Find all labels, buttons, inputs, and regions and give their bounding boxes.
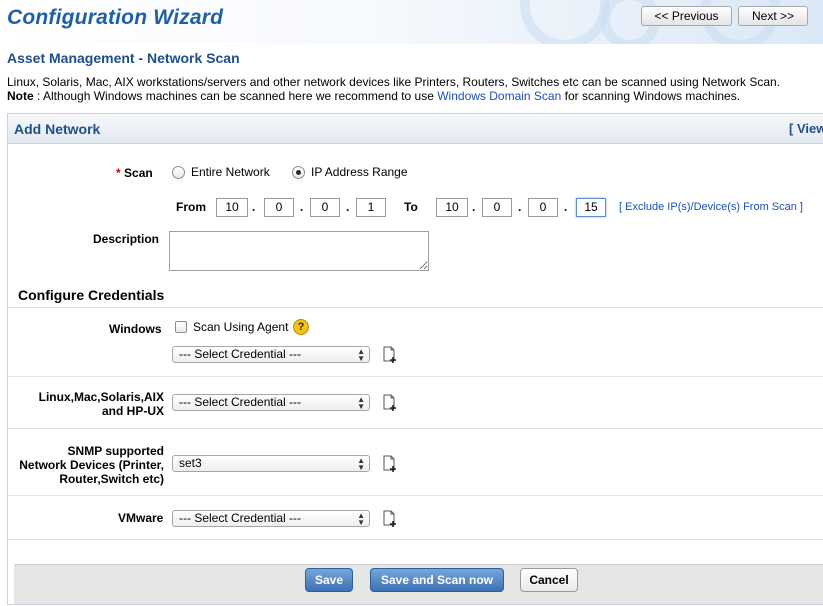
windows-credential-select[interactable]: --- Select Credential --- ▲ ▼ bbox=[172, 346, 370, 363]
header-decoration bbox=[520, 0, 610, 44]
ip-dot: . bbox=[252, 200, 256, 214]
snmp-label-line: SNMP supported bbox=[67, 444, 164, 458]
wizard-header: Configuration Wizard << Previous Next >> bbox=[0, 0, 823, 44]
ip-range-label: IP Address Range bbox=[311, 165, 408, 179]
from-label: From bbox=[176, 200, 206, 214]
save-and-scan-button[interactable]: Save and Scan now bbox=[370, 568, 504, 592]
snmp-label-line: Network Devices (Printer, bbox=[19, 458, 164, 472]
ip-dot: . bbox=[564, 200, 568, 214]
to-ip-octet-4[interactable]: 15 bbox=[576, 198, 606, 217]
linux-label: Linux,Mac,Solaris,AIX and HP-UX bbox=[38, 390, 164, 418]
divider bbox=[8, 376, 823, 377]
vmware-credential-select[interactable]: --- Select Credential --- ▲ ▼ bbox=[172, 510, 370, 527]
to-ip-octet-2[interactable]: 0 bbox=[482, 198, 512, 217]
note-label: Note bbox=[7, 89, 34, 103]
windows-credential-value: --- Select Credential --- bbox=[179, 347, 302, 361]
scan-label-text: Scan bbox=[124, 166, 153, 180]
snmp-label: SNMP supported Network Devices (Printer,… bbox=[14, 444, 164, 486]
from-ip-octet-2[interactable]: 0 bbox=[264, 198, 294, 217]
page-title: Asset Management - Network Scan bbox=[7, 50, 240, 66]
linux-label-line: and HP-UX bbox=[101, 404, 164, 418]
add-credential-icon[interactable] bbox=[382, 510, 398, 528]
to-label: To bbox=[404, 200, 418, 214]
select-arrows-icon: ▲ ▼ bbox=[357, 347, 365, 363]
from-ip-octet-3[interactable]: 0 bbox=[310, 198, 340, 217]
ip-dot: . bbox=[300, 200, 304, 214]
snmp-credential-select[interactable]: set3 ▲ ▼ bbox=[172, 455, 370, 472]
panel-title: Add Network bbox=[14, 121, 101, 137]
ip-dot: . bbox=[346, 200, 350, 214]
vmware-credential-value: --- Select Credential --- bbox=[179, 511, 302, 525]
snmp-label-line: Router,Switch etc) bbox=[59, 472, 164, 486]
snmp-credential-value: set3 bbox=[179, 456, 202, 470]
divider bbox=[8, 495, 823, 496]
from-ip-octet-1[interactable]: 10 bbox=[216, 198, 248, 217]
previous-button[interactable]: << Previous bbox=[641, 6, 732, 26]
intro-line: Linux, Solaris, Mac, AIX workstations/se… bbox=[7, 75, 781, 89]
divider bbox=[8, 539, 823, 540]
select-arrows-icon: ▲ ▼ bbox=[357, 456, 365, 472]
ip-dot: . bbox=[518, 200, 522, 214]
ip-dot: . bbox=[472, 200, 476, 214]
entire-network-radio[interactable] bbox=[172, 166, 185, 179]
to-ip-octet-1[interactable]: 10 bbox=[436, 198, 468, 217]
linux-label-line: Linux,Mac,Solaris,AIX bbox=[38, 390, 164, 404]
help-icon[interactable]: ? bbox=[293, 319, 309, 335]
scan-using-agent-checkbox[interactable] bbox=[175, 321, 187, 333]
description-textarea[interactable] bbox=[169, 231, 429, 271]
note-text: : Although Windows machines can be scann… bbox=[33, 89, 438, 103]
linux-credential-select[interactable]: --- Select Credential --- ▲ ▼ bbox=[172, 394, 370, 411]
note-line: Note : Although Windows machines can be … bbox=[7, 89, 780, 103]
cancel-button[interactable]: Cancel bbox=[520, 568, 578, 592]
add-credential-icon[interactable] bbox=[382, 394, 398, 412]
vmware-label: VMware bbox=[118, 511, 164, 525]
select-arrows-icon: ▲ ▼ bbox=[357, 511, 365, 527]
note-tail: for scanning Windows machines. bbox=[561, 89, 741, 103]
wizard-title: Configuration Wizard bbox=[7, 6, 224, 29]
add-credential-icon[interactable] bbox=[382, 455, 398, 473]
from-ip-octet-4[interactable]: 1 bbox=[356, 198, 386, 217]
to-ip-octet-3[interactable]: 0 bbox=[528, 198, 558, 217]
panel-header: Add Network [ View bbox=[8, 114, 823, 144]
required-mark: * bbox=[116, 166, 121, 180]
ip-range-radio[interactable] bbox=[292, 166, 305, 179]
windows-domain-scan-link[interactable]: Windows Domain Scan bbox=[437, 89, 561, 103]
save-button[interactable]: Save bbox=[305, 568, 353, 592]
select-arrows-icon: ▲ ▼ bbox=[357, 395, 365, 411]
scan-using-agent-label: Scan Using Agent bbox=[193, 320, 289, 334]
add-network-panel: Add Network [ View * Scan Entire Network… bbox=[7, 113, 823, 605]
add-credential-icon[interactable] bbox=[382, 346, 398, 364]
linux-credential-value: --- Select Credential --- bbox=[179, 395, 302, 409]
next-button[interactable]: Next >> bbox=[738, 6, 808, 26]
intro-text: Linux, Solaris, Mac, AIX workstations/se… bbox=[7, 75, 780, 103]
description-label: Description bbox=[93, 232, 160, 246]
windows-label: Windows bbox=[109, 322, 162, 336]
divider bbox=[8, 307, 823, 308]
view-link[interactable]: [ View bbox=[789, 121, 823, 136]
exclude-ips-link[interactable]: [ Exclude IP(s)/Device(s) From Scan ] bbox=[619, 201, 803, 213]
divider bbox=[8, 428, 823, 429]
scan-label: * Scan bbox=[116, 166, 153, 180]
entire-network-label: Entire Network bbox=[191, 165, 270, 179]
configure-credentials-title: Configure Credentials bbox=[18, 287, 165, 303]
